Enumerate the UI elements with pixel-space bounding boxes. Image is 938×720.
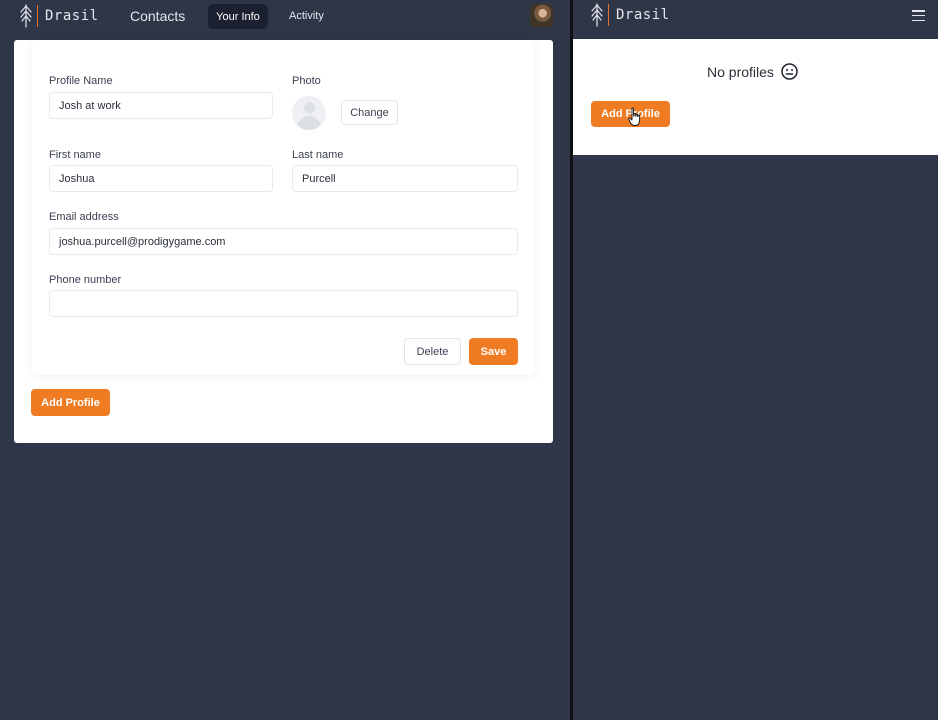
photo-label: Photo [292, 75, 321, 87]
right-pane: Drasil No profiles Add Profile [573, 0, 938, 720]
top-nav-mobile: Drasil [573, 0, 938, 32]
hand-pointer-cursor-icon [628, 107, 641, 126]
phone-input[interactable] [49, 290, 518, 317]
brand-logo[interactable]: Drasil [590, 2, 670, 28]
brand-name: Drasil [616, 7, 670, 23]
tree-logo-icon [20, 4, 32, 28]
change-photo-button[interactable]: Change [341, 100, 398, 125]
last-name-input[interactable]: Purcell [292, 165, 518, 192]
hamburger-menu-icon[interactable] [912, 10, 925, 21]
nav-activity[interactable]: Activity [289, 10, 324, 22]
email-label: Email address [49, 211, 119, 223]
profile-photo-placeholder [292, 96, 326, 130]
user-avatar[interactable] [530, 4, 553, 27]
profile-card: Profile Name Josh at work Photo Change F… [14, 40, 553, 443]
profile-name-label: Profile Name [49, 75, 113, 87]
smiley-face-icon [781, 63, 798, 80]
nav-your-info[interactable]: Your Info [208, 4, 268, 29]
first-name-input[interactable]: Joshua [49, 165, 273, 192]
tree-logo-icon [591, 3, 603, 27]
nav-contacts[interactable]: Contacts [130, 8, 185, 24]
brand-logo[interactable]: Drasil [19, 3, 99, 29]
empty-state: No profiles [707, 63, 798, 80]
profiles-card: No profiles Add Profile [573, 39, 938, 155]
email-input[interactable]: joshua.purcell@prodigygame.com [49, 228, 518, 255]
save-button[interactable]: Save [469, 338, 518, 365]
no-profiles-text: No profiles [707, 63, 774, 80]
phone-label: Phone number [49, 274, 122, 286]
profile-name-input[interactable]: Josh at work [49, 92, 273, 119]
brand-name: Drasil [45, 8, 99, 24]
first-name-label: First name [49, 149, 101, 161]
logo-divider [37, 5, 38, 27]
top-nav: Drasil Contacts Your Info Activity [0, 0, 570, 32]
profile-form: Profile Name Josh at work Photo Change F… [32, 40, 535, 375]
add-profile-button[interactable]: Add Profile [31, 389, 110, 416]
last-name-label: Last name [292, 149, 344, 161]
delete-button[interactable]: Delete [404, 338, 461, 365]
logo-divider [608, 4, 609, 26]
left-pane: Drasil Contacts Your Info Activity Profi… [0, 0, 570, 720]
person-placeholder-icon [304, 102, 315, 113]
